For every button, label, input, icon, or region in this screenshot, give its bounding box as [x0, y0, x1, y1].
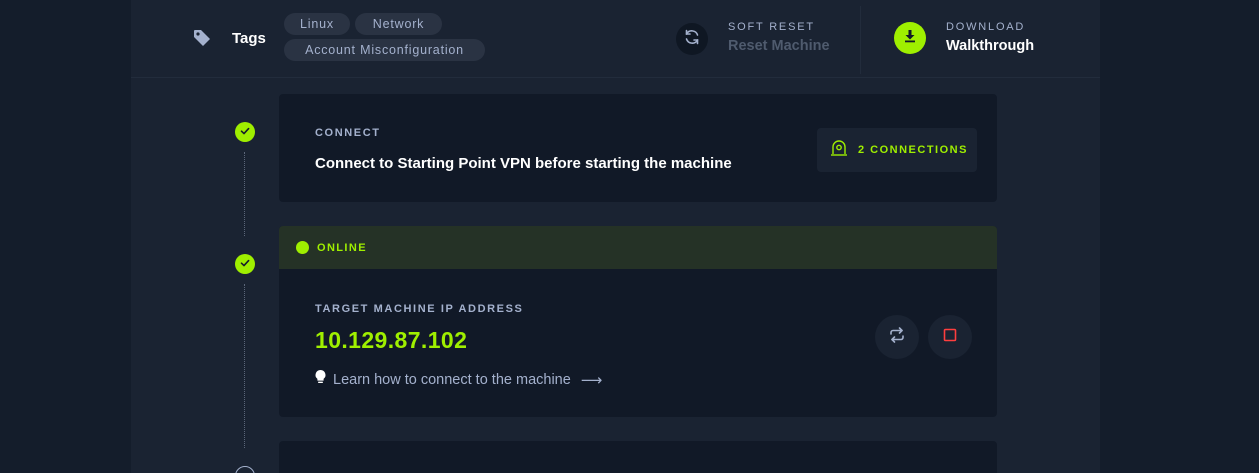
walkthrough-label[interactable]: Walkthrough	[946, 38, 1034, 54]
vpn-connection-icon	[829, 138, 849, 163]
step-connect-complete	[235, 122, 255, 142]
connect-kicker: CONNECT	[315, 127, 381, 139]
tag-network[interactable]: Network	[355, 13, 442, 35]
soft-reset-button[interactable]	[676, 23, 708, 55]
switch-icon	[887, 325, 907, 350]
tag-icon	[192, 28, 212, 48]
arrow-right-icon: ⟶	[580, 371, 603, 389]
ip-kicker: TARGET MACHINE IP ADDRESS	[315, 303, 524, 315]
connections-label: 2 CONNECTIONS	[858, 144, 968, 156]
timeline-connector	[244, 152, 245, 236]
machine-info-bar: Tags Linux Network Account Misconfigurat…	[131, 0, 1100, 78]
learn-connect-link[interactable]: Learn how to connect to the machine ⟶	[314, 369, 602, 390]
download-icon	[903, 29, 917, 48]
target-ip-address[interactable]: 10.129.87.102	[315, 327, 467, 354]
timeline-connector	[244, 284, 245, 448]
connect-title: Connect to Starting Point VPN before sta…	[315, 155, 732, 172]
stop-icon	[943, 328, 957, 347]
status-bar: ONLINE	[279, 226, 997, 269]
stop-machine-button[interactable]	[928, 315, 972, 359]
lightbulb-icon	[314, 369, 327, 390]
tag-linux[interactable]: Linux	[284, 13, 350, 35]
next-step-card	[279, 441, 997, 473]
status-badge: ONLINE	[317, 242, 367, 254]
tags-label: Tags	[232, 30, 266, 47]
check-icon	[240, 123, 250, 141]
soft-reset-kicker: SOFT RESET	[728, 21, 815, 33]
tag-account-misconfiguration[interactable]: Account Misconfiguration	[284, 39, 485, 61]
check-icon	[240, 255, 250, 273]
learn-connect-text: Learn how to connect to the machine	[333, 371, 571, 388]
step-machine-complete	[235, 254, 255, 274]
download-kicker: DOWNLOAD	[946, 21, 1026, 33]
refresh-icon	[683, 28, 701, 51]
reset-machine-label[interactable]: Reset Machine	[728, 38, 830, 54]
online-status-dot	[296, 241, 309, 254]
download-walkthrough-button[interactable]	[894, 22, 926, 54]
switch-machine-button[interactable]	[875, 315, 919, 359]
machine-card: ONLINE TARGET MACHINE IP ADDRESS 10.129.…	[279, 226, 997, 417]
divider	[860, 6, 861, 74]
connections-button[interactable]: 2 CONNECTIONS	[817, 128, 977, 172]
connect-card: CONNECT Connect to Starting Point VPN be…	[279, 94, 997, 202]
